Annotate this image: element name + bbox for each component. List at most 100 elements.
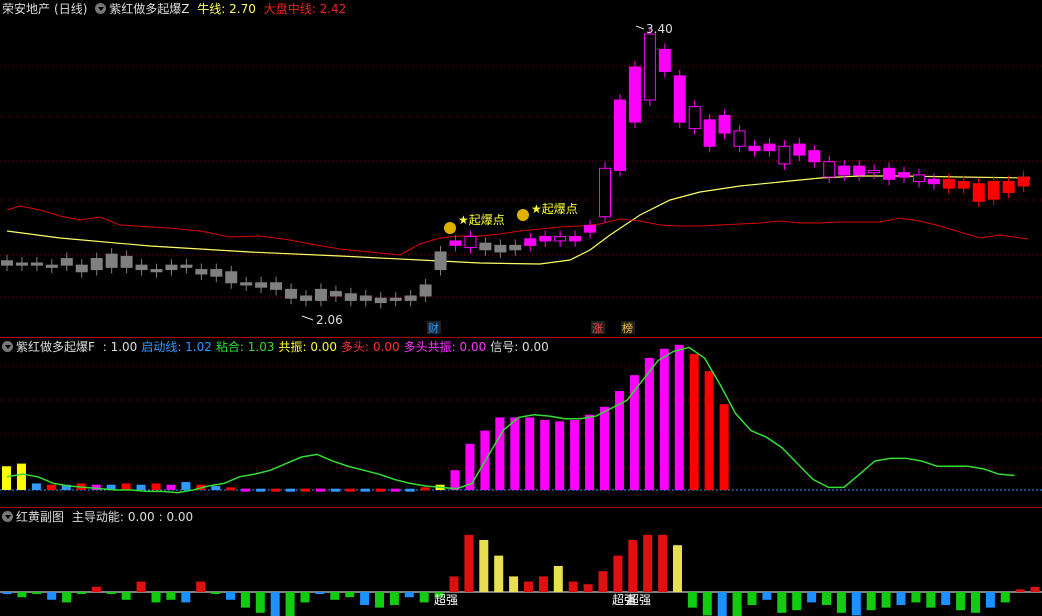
- momentum-bar: [449, 576, 459, 592]
- high-pointer: [635, 25, 645, 30]
- price-panel[interactable]: 3.40 2.06 ★起爆点 ★起爆点财 涨 榜 荣安地产 (日线) 紫红做多起爆Z 牛线:…: [0, 0, 1042, 338]
- momentum-bar: [553, 566, 563, 592]
- osc-legend-item: 粘合: 1.03: [215, 340, 275, 354]
- candle-body: [703, 119, 716, 147]
- oscillator-name[interactable]: 紫红做多起爆F: [16, 340, 95, 354]
- oscillator-chart[interactable]: [0, 338, 1042, 508]
- candle-body: [987, 181, 1000, 200]
- candle-body: [329, 291, 342, 297]
- candle-body: [419, 284, 432, 297]
- candle-body: [210, 269, 223, 277]
- momentum-bar: [360, 592, 370, 605]
- momentum-bar: [17, 592, 27, 598]
- momentum-bar: [1015, 589, 1025, 592]
- osc-bar: [674, 344, 684, 490]
- osc-bar: [495, 417, 505, 490]
- candle-body: [658, 48, 671, 72]
- candle-body: [823, 161, 836, 178]
- high-price-label: 3.40: [646, 22, 673, 36]
- candle-body: [748, 145, 761, 152]
- candle-body: [957, 181, 970, 189]
- oscillator-panel[interactable]: 紫红做多起爆F : 1.00 启动线: 1.02 粘合: 1.03 共振: 0.00 多…: [0, 338, 1042, 508]
- momentum-bar: [479, 540, 489, 592]
- candle-body: [569, 236, 582, 242]
- momentum-bar: [255, 592, 265, 613]
- price-header: 荣安地产 (日线) 紫红做多起爆Z 牛线: 2.70 大盘中线: 2.42: [2, 1, 350, 17]
- momentum-bar: [226, 592, 235, 600]
- candle-body: [898, 172, 910, 178]
- momentum-bar: [330, 592, 340, 600]
- momentum-bar: [47, 592, 57, 600]
- osc-bar: [226, 487, 236, 491]
- candlestick-chart[interactable]: 3.40 2.06 ★起爆点 ★起爆点财 涨 榜: [0, 0, 1042, 338]
- momentum-bar: [687, 592, 697, 608]
- money-bag-icon: [517, 209, 529, 221]
- momentum-bar: [822, 592, 831, 605]
- candle-body: [853, 165, 866, 176]
- osc-bar: [181, 482, 191, 490]
- osc-bar: [525, 417, 535, 490]
- momentum-bar: [285, 592, 295, 616]
- osc-bar: [405, 488, 415, 492]
- momentum-bar: [538, 576, 548, 592]
- candle-body: [270, 282, 283, 290]
- osc-bar: [704, 371, 714, 490]
- indicator-name[interactable]: 紫红做多起爆Z: [109, 2, 189, 16]
- osc-bar: [16, 463, 26, 490]
- stock-name[interactable]: 荣安地产: [2, 2, 50, 16]
- dropdown-icon[interactable]: [95, 3, 107, 14]
- candle-body: [584, 225, 597, 233]
- momentum-bar: [2, 592, 12, 594]
- momentum-bar: [524, 581, 533, 592]
- dapan-value: 2.42: [319, 2, 347, 16]
- dropdown-icon[interactable]: [2, 511, 13, 522]
- osc-bar: [629, 375, 639, 490]
- osc-legend-item: 多头: 0.00: [341, 340, 400, 354]
- osc-bar: [241, 488, 251, 492]
- candle-body: [45, 264, 58, 268]
- momentum-bar: [673, 545, 682, 592]
- momentum-bar: [568, 581, 578, 592]
- momentum-panel[interactable]: 超强 超强 超强 红黄副图 主导动能: 0.00: 0.00: [0, 508, 1042, 616]
- candle-body: [165, 264, 178, 271]
- niu-value: 2.70: [229, 2, 256, 16]
- money-bag-icon: [444, 222, 456, 234]
- candle-body: [255, 282, 268, 288]
- candle-body: [359, 295, 372, 301]
- osc-legend-item: 共振: 0.00: [278, 340, 338, 354]
- candle-body: [1002, 181, 1015, 194]
- osc-bar: [600, 406, 609, 490]
- osc-bar: [330, 488, 340, 492]
- candle-body: [912, 174, 925, 183]
- momentum-bar: [196, 581, 206, 592]
- momentum-bar: [270, 592, 280, 616]
- candle-body: [120, 255, 133, 268]
- osc-bar: [719, 404, 729, 490]
- osc-bar: [510, 417, 520, 490]
- momentum-label: 主导动能:: [71, 510, 124, 524]
- dapan-label: 大盘中线:: [263, 2, 316, 16]
- event-tag: 涨: [592, 322, 603, 335]
- candle-body: [90, 258, 103, 271]
- event-tag: 财: [428, 321, 439, 335]
- candle-body: [404, 295, 417, 301]
- momentum-bar: [628, 540, 638, 592]
- niu-line: [6, 175, 1031, 265]
- candle-body: [554, 236, 567, 242]
- momentum-bar: [240, 592, 250, 608]
- momentum-bar: [91, 586, 101, 592]
- momentum-header: 红黄副图 主导动能: 0.00: 0.00: [2, 509, 197, 525]
- candle-body: [314, 288, 327, 301]
- momentum-bar: [419, 592, 429, 603]
- momentum-bar: [896, 592, 906, 605]
- candle-body: [838, 165, 851, 176]
- momentum-name[interactable]: 红黄副图: [16, 510, 64, 524]
- dropdown-icon[interactable]: [2, 341, 13, 352]
- signal-marker: ★起爆点: [531, 202, 578, 216]
- candle-body: [942, 178, 955, 189]
- momentum-bar: [762, 592, 772, 600]
- momentum-bar: [732, 592, 742, 616]
- osc-bar: [345, 488, 355, 492]
- candle-body: [240, 282, 253, 286]
- candle-body: [883, 167, 896, 180]
